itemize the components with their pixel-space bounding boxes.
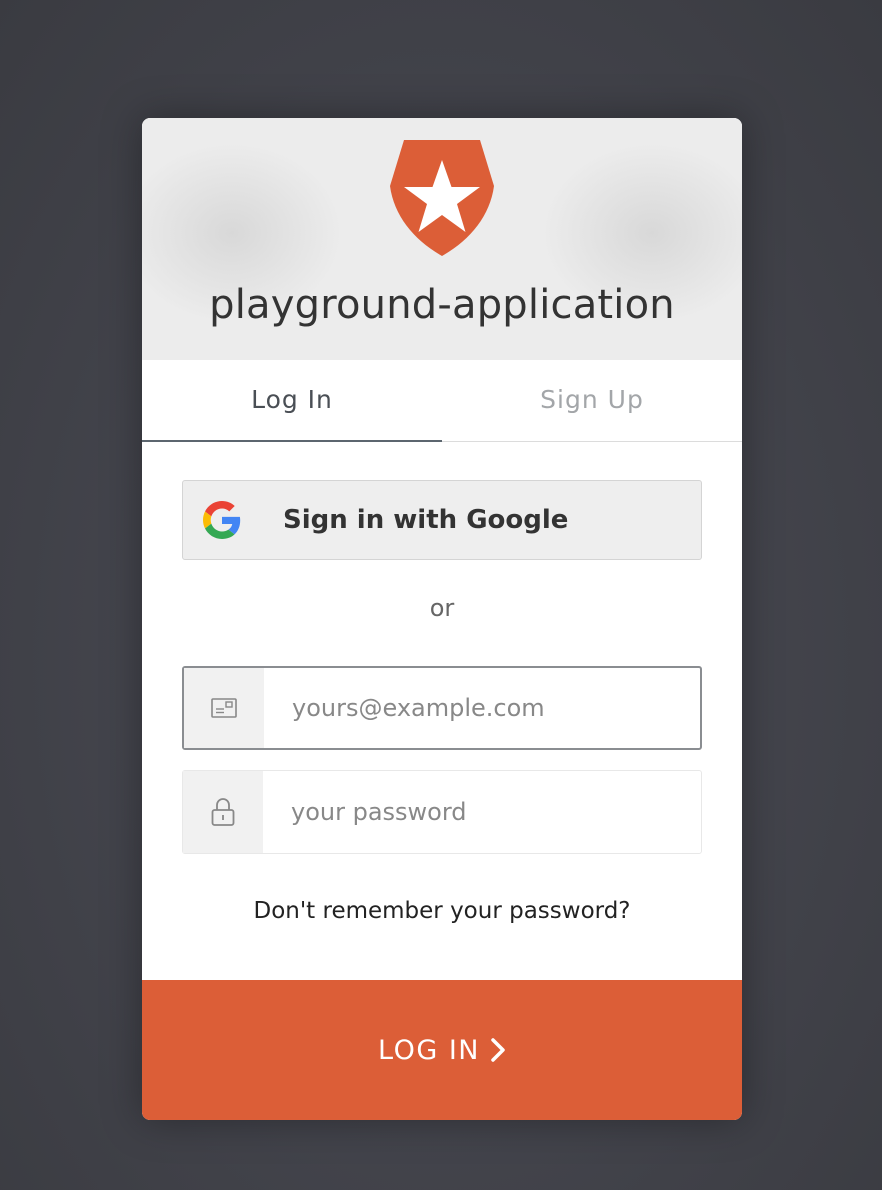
- or-separator: or: [429, 594, 455, 622]
- auth-tabs: Log In Sign Up: [142, 360, 742, 442]
- login-widget: playground-application Log In Sign Up Si…: [142, 118, 742, 1120]
- submit-label: LOG IN: [378, 1034, 480, 1066]
- tab-log-in[interactable]: Log In: [142, 360, 442, 442]
- password-field[interactable]: [263, 771, 701, 853]
- google-sign-in-label: Sign in with Google: [283, 505, 569, 535]
- tab-sign-up[interactable]: Sign Up: [442, 360, 742, 441]
- google-g-icon: [203, 501, 241, 539]
- lock-icon: [211, 798, 235, 826]
- forgot-password-link[interactable]: Don't remember your password?: [142, 898, 742, 924]
- app-title: playground-application: [209, 282, 675, 328]
- password-input-wrapper: [182, 770, 702, 854]
- envelope-icon: [211, 698, 237, 718]
- log-in-submit-button[interactable]: LOG IN: [142, 980, 742, 1120]
- chevron-right-icon: [491, 1038, 505, 1062]
- google-sign-in-button[interactable]: Sign in with Google: [182, 480, 702, 560]
- email-input-wrapper: [182, 666, 702, 750]
- email-field[interactable]: [264, 668, 700, 748]
- password-icon-cell: [183, 771, 263, 853]
- shield-star-icon: [390, 140, 494, 256]
- email-icon-cell: [184, 668, 264, 748]
- widget-header: playground-application: [142, 118, 742, 360]
